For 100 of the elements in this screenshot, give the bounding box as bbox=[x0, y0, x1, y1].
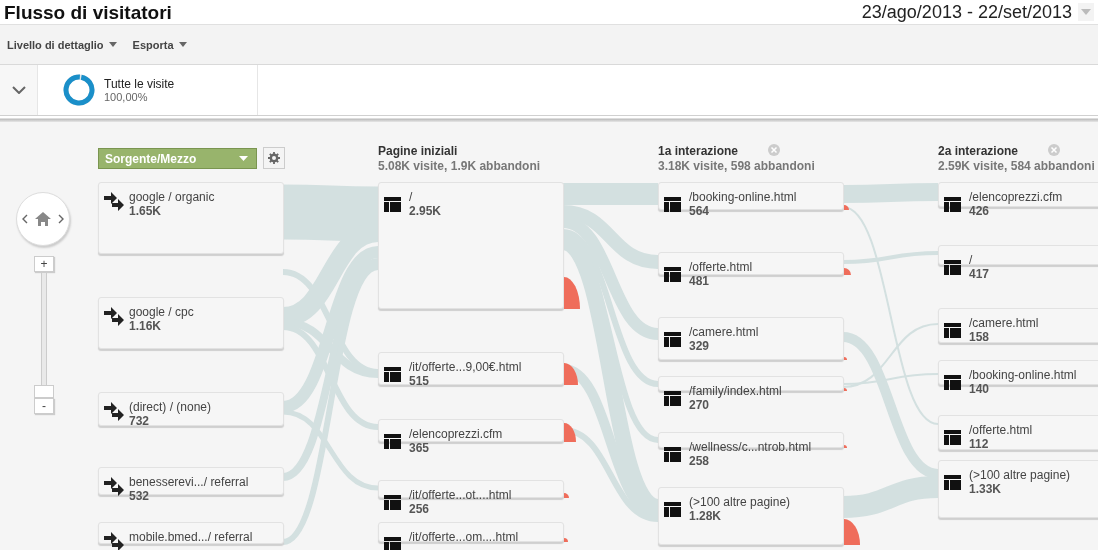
node-label: google / organic bbox=[129, 190, 215, 204]
node-label: /booking-online.html bbox=[689, 190, 797, 204]
node-card[interactable] bbox=[938, 182, 1098, 207]
double-arrow-icon bbox=[104, 307, 126, 327]
node-label: /offerte.html bbox=[689, 260, 753, 274]
node-label: / bbox=[969, 253, 973, 267]
node-value: 2.95K bbox=[409, 204, 442, 218]
node-card[interactable] bbox=[658, 317, 844, 360]
dropoff-marker bbox=[564, 493, 569, 498]
page-layout-icon bbox=[664, 197, 681, 212]
node-label: (>100 altre pagine) bbox=[969, 468, 1071, 482]
node-label: /camere.html bbox=[969, 316, 1039, 330]
zoom-out-button[interactable]: - bbox=[34, 398, 54, 414]
node-card[interactable] bbox=[378, 419, 564, 442]
node-label: /it/offerte...ot....html bbox=[409, 488, 512, 502]
node-card[interactable] bbox=[98, 182, 284, 254]
double-arrow-icon bbox=[104, 192, 126, 212]
node-card[interactable] bbox=[938, 460, 1098, 518]
caret-icon bbox=[178, 42, 187, 47]
dropoff-marker bbox=[844, 445, 847, 448]
navigation-control[interactable] bbox=[16, 192, 70, 246]
node-value: 532 bbox=[129, 489, 150, 503]
page-layout-icon bbox=[384, 537, 401, 550]
node-card[interactable] bbox=[938, 308, 1098, 343]
node-value: 426 bbox=[969, 204, 990, 218]
node-label: / bbox=[409, 190, 413, 204]
node-card[interactable] bbox=[98, 522, 284, 544]
node-label: /offerte.html bbox=[969, 423, 1033, 437]
node-card[interactable] bbox=[378, 182, 564, 309]
node-card[interactable] bbox=[938, 415, 1098, 450]
page-layout-icon bbox=[664, 332, 681, 347]
node-card[interactable] bbox=[98, 297, 284, 349]
node-card[interactable] bbox=[658, 252, 844, 275]
double-arrow-icon bbox=[104, 532, 126, 550]
settings-button[interactable] bbox=[263, 147, 285, 169]
node-value: 329 bbox=[689, 339, 710, 353]
column-title: Pagine iniziali bbox=[378, 144, 458, 158]
page-layout-icon bbox=[664, 391, 681, 406]
node-label: /it/offerte...9,00€.html bbox=[409, 360, 522, 374]
node-card[interactable] bbox=[658, 487, 844, 545]
page-layout-icon bbox=[944, 260, 961, 275]
zoom-slider[interactable] bbox=[34, 272, 54, 398]
settings-icon bbox=[268, 152, 280, 164]
node-value: 1.28K bbox=[689, 509, 722, 523]
node-value: 258 bbox=[689, 454, 710, 468]
dropoff-marker bbox=[564, 362, 578, 385]
node-card[interactable] bbox=[938, 360, 1098, 385]
column-summary: 3.18K visite, 598 abbandoni bbox=[658, 159, 815, 173]
close-icon bbox=[1048, 144, 1060, 156]
toolbar-menu-button[interactable]: Livello di dettaglio bbox=[7, 38, 117, 51]
column-summary: 5.08K visite, 1.9K abbandoni bbox=[378, 159, 541, 173]
node-label: /elencoprezzi.cfm bbox=[969, 190, 1063, 204]
page-layout-icon bbox=[384, 495, 401, 510]
page-layout-icon bbox=[944, 197, 961, 212]
node-value: 515 bbox=[409, 374, 430, 388]
segment-name: Tutte le visite bbox=[104, 77, 175, 91]
node-label: /elencoprezzi.cfm bbox=[409, 427, 503, 441]
node-value: 140 bbox=[969, 382, 990, 396]
node-card[interactable] bbox=[378, 352, 564, 385]
page-layout-icon bbox=[384, 197, 401, 212]
page-layout-icon bbox=[664, 502, 681, 517]
segment-share: 100,00% bbox=[104, 91, 149, 103]
dropoff-marker bbox=[844, 388, 847, 391]
page-layout-icon bbox=[384, 367, 401, 382]
page-layout-icon bbox=[944, 430, 961, 445]
dropoff-marker bbox=[844, 519, 860, 545]
caret-icon bbox=[1078, 3, 1094, 21]
node-value: 270 bbox=[689, 398, 710, 412]
double-arrow-icon bbox=[104, 477, 126, 497]
dropoff-marker bbox=[844, 205, 849, 210]
node-card[interactable] bbox=[378, 480, 564, 498]
node-label: /family/index.html bbox=[689, 384, 782, 398]
page-layout-icon bbox=[664, 267, 681, 282]
node-value: 365 bbox=[409, 441, 430, 455]
node-label: /wellness/c...ntrob.html bbox=[689, 440, 812, 454]
node-card[interactable] bbox=[378, 522, 564, 542]
node-value: 1.16K bbox=[129, 319, 162, 333]
caret-icon bbox=[239, 156, 248, 161]
node-card[interactable] bbox=[938, 245, 1098, 265]
double-arrow-icon bbox=[104, 402, 126, 422]
node-value: 256 bbox=[409, 502, 430, 516]
node-value: 481 bbox=[689, 274, 710, 288]
node-label: google / cpc bbox=[129, 305, 194, 319]
dropoff-marker bbox=[844, 268, 851, 275]
node-label: (direct) / (none) bbox=[129, 400, 212, 414]
caret-icon bbox=[108, 42, 117, 47]
dropoff-marker bbox=[844, 357, 847, 360]
zoom-slider-thumb[interactable] bbox=[34, 385, 54, 398]
toolbar-menu-button[interactable]: Esporta bbox=[132, 38, 187, 51]
node-card[interactable] bbox=[98, 392, 284, 426]
node-label: /camere.html bbox=[689, 325, 759, 339]
chevron-down-icon bbox=[11, 86, 26, 94]
node-label: benesserevi.../ referral bbox=[129, 475, 249, 489]
node-value: 1.65K bbox=[129, 204, 162, 218]
node-label: mobile.bmed.../ referral bbox=[129, 530, 253, 544]
page-layout-icon bbox=[944, 323, 961, 338]
zoom-in-button[interactable]: + bbox=[34, 256, 54, 272]
node-label: /booking-online.html bbox=[969, 368, 1077, 382]
node-value: 112 bbox=[969, 437, 989, 451]
node-label: /it/offerte...om....html bbox=[409, 530, 519, 544]
